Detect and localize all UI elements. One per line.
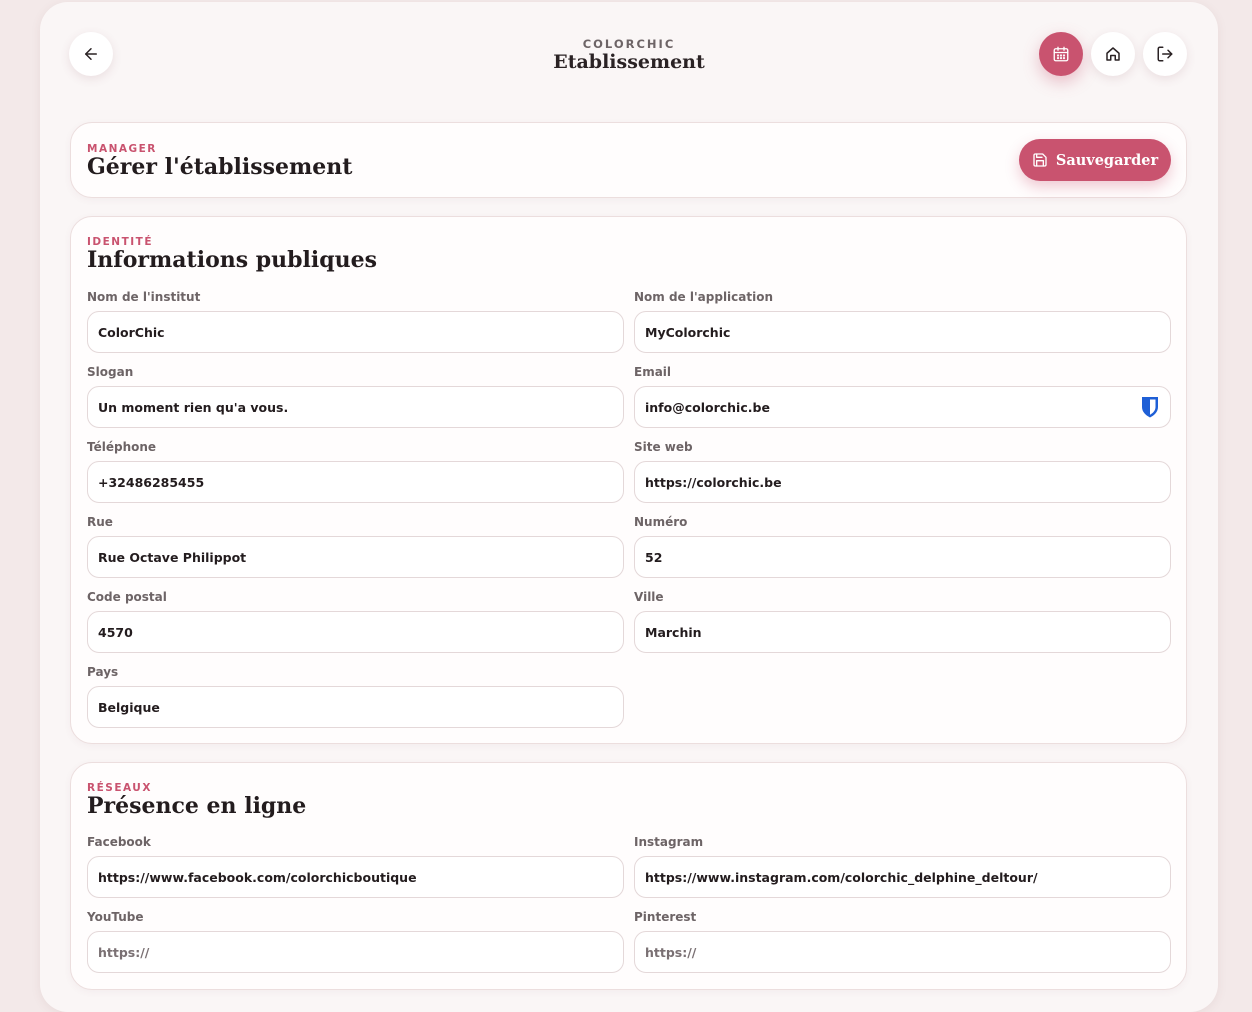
email-input[interactable] — [634, 386, 1171, 428]
site-web-input[interactable] — [634, 461, 1171, 503]
telephone-input[interactable] — [87, 461, 624, 503]
calendar-icon — [1053, 46, 1069, 62]
calendar-button[interactable] — [1039, 32, 1083, 76]
facebook-label: Facebook — [87, 835, 151, 849]
pays-input[interactable] — [87, 686, 624, 728]
slogan-label: Slogan — [87, 365, 134, 379]
pinterest-input[interactable] — [634, 931, 1171, 973]
rue-input[interactable] — [87, 536, 624, 578]
pinterest-label: Pinterest — [634, 910, 697, 924]
identity-title: Informations publiques — [87, 247, 378, 273]
password-manager-shield-icon[interactable] — [1140, 395, 1160, 419]
logout-button[interactable] — [1143, 32, 1187, 76]
rue-label: Rue — [87, 515, 113, 529]
nom-application-input[interactable] — [634, 311, 1171, 353]
code-postal-input[interactable] — [87, 611, 624, 653]
save-button-label: Sauvegarder — [1055, 151, 1159, 169]
nom-institut-input[interactable] — [87, 311, 624, 353]
page-shell: COLORCHIC Etablissement MANAGER Gérer l'… — [40, 2, 1218, 1012]
code-postal-label: Code postal — [87, 590, 167, 604]
save-icon — [1033, 153, 1047, 167]
numero-input[interactable] — [634, 536, 1171, 578]
logout-icon — [1157, 46, 1173, 62]
save-button[interactable]: Sauvegarder — [1019, 139, 1171, 181]
facebook-input[interactable] — [87, 856, 624, 898]
email-label: Email — [634, 365, 672, 379]
telephone-label: Téléphone — [87, 440, 157, 454]
ville-input[interactable] — [634, 611, 1171, 653]
numero-label: Numéro — [634, 515, 688, 529]
top-bar: COLORCHIC Etablissement — [40, 2, 1218, 112]
slogan-input[interactable] — [87, 386, 624, 428]
manager-card: MANAGER Gérer l'établissement Sauvegarde… — [70, 122, 1187, 198]
instagram-label: Instagram — [634, 835, 704, 849]
nom-application-label: Nom de l'application — [634, 290, 774, 304]
ville-label: Ville — [634, 590, 664, 604]
manager-title: Gérer l'établissement — [87, 154, 353, 180]
site-web-label: Site web — [634, 440, 693, 454]
youtube-label: YouTube — [87, 910, 144, 924]
pays-label: Pays — [87, 665, 119, 679]
social-title: Présence en ligne — [87, 793, 307, 819]
youtube-input[interactable] — [87, 931, 624, 973]
home-icon — [1106, 47, 1120, 61]
instagram-input[interactable] — [634, 856, 1171, 898]
home-button[interactable] — [1091, 32, 1135, 76]
identity-card: IDENTITÉ Informations publiques Nom de l… — [70, 216, 1187, 744]
nom-institut-label: Nom de l'institut — [87, 290, 201, 304]
social-card: RÉSEAUX Présence en ligne Facebook Insta… — [70, 762, 1187, 990]
